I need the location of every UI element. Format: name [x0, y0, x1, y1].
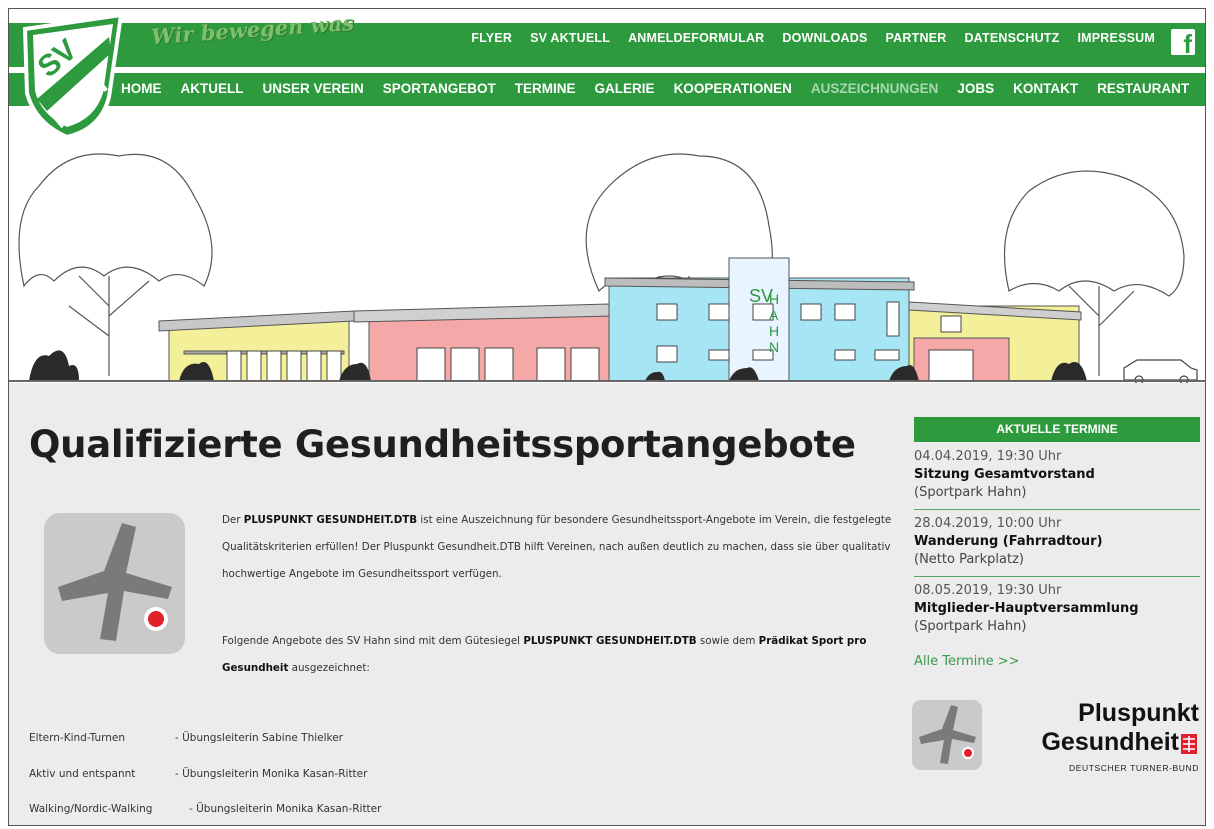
event-divider: [914, 576, 1200, 577]
offer-leader: - Übungsleiterin Monika Kasan-Ritter: [189, 803, 382, 815]
nav-aktuell[interactable]: AKTUELL: [181, 81, 244, 96]
offer-leader: - Übungsleiterin Sabine Thielker: [175, 732, 343, 744]
offers-intro-text-2: sowie dem: [696, 635, 759, 647]
nav-sportangebot[interactable]: SPORTANGEBOT: [383, 81, 496, 96]
offers-intro-paragraph: Folgende Angebote des SV Hahn sind mit d…: [222, 628, 902, 682]
event-item[interactable]: 28.04.2019, 10:00 Uhr Wanderung (Fahrrad…: [914, 515, 1200, 569]
page-title: Qualifizierte Gesundheitssportangebote: [29, 423, 856, 466]
intro-paragraph: Der PLUSPUNKT GESUNDHEIT.DTB ist eine Au…: [222, 507, 902, 588]
svg-text:N: N: [769, 339, 779, 355]
sidebar-heading: AKTUELLE TERMINE: [914, 417, 1200, 442]
offer-name: Aktiv und entspannt: [29, 768, 136, 780]
intro-text-1: Der: [222, 514, 244, 526]
nav-home[interactable]: HOME: [121, 81, 162, 96]
event-location: (Sportpark Hahn): [914, 485, 1027, 500]
event-date: 28.04.2019, 10:00 Uhr: [914, 516, 1062, 531]
main-nav: HOME AKTUELL UNSER VEREIN SPORTANGEBOT T…: [121, 81, 1189, 96]
event-location: (Netto Parkplatz): [914, 552, 1024, 567]
event-divider: [914, 509, 1200, 510]
svg-text:A: A: [769, 307, 779, 323]
offer-name: Walking/Nordic-Walking: [29, 803, 153, 815]
event-location: (Sportpark Hahn): [914, 619, 1027, 634]
pluspunkt-gesundheit-icon: [44, 513, 185, 654]
svg-text:H: H: [769, 323, 779, 339]
top-link-flyer[interactable]: FLYER: [471, 31, 512, 45]
offer-name: Eltern-Kind-Turnen: [29, 732, 126, 744]
top-link-impressum[interactable]: IMPRESSUM: [1077, 31, 1155, 45]
nav-auszeichnungen[interactable]: AUSZEICHNUNGEN: [811, 81, 939, 96]
top-links: FLYER SV AKTUELL ANMELDEFORMULAR DOWNLOA…: [471, 31, 1155, 45]
top-link-anmeldeformular[interactable]: ANMELDEFORMULAR: [628, 31, 764, 45]
top-link-sv-aktuell[interactable]: SV AKTUELL: [530, 31, 610, 45]
offers-intro-text-3: ausgezeichnet:: [288, 662, 370, 674]
building-drawing: SV HAHN: [9, 153, 1205, 383]
car: [1123, 359, 1198, 383]
badge-title-line2: Gesundheit: [1041, 728, 1179, 756]
event-name[interactable]: Sitzung Gesamtvorstand: [914, 466, 1200, 484]
nav-galerie[interactable]: GALERIE: [595, 81, 655, 96]
all-events-link[interactable]: Alle Termine >>: [914, 654, 1020, 669]
nav-unser-verein[interactable]: UNSER VEREIN: [263, 81, 364, 96]
dtb-logo-icon: [1181, 734, 1197, 754]
pluspunkt-badge-icon[interactable]: [912, 700, 982, 770]
sv-hahn-logo[interactable]: SV HAHN: [17, 11, 127, 141]
nav-restaurant[interactable]: RESTAURANT: [1097, 81, 1189, 96]
nav-termine[interactable]: TERMINE: [515, 81, 576, 96]
offers-intro-bold-1: PLUSPUNKT GESUNDHEIT.DTB: [523, 635, 697, 647]
event-item[interactable]: 08.05.2019, 19:30 Uhr Mitglieder-Hauptve…: [914, 582, 1200, 636]
top-link-datenschutz[interactable]: DATENSCHUTZ: [964, 31, 1059, 45]
event-name[interactable]: Wanderung (Fahrradtour): [914, 533, 1200, 551]
offer-leader: - Übungsleiterin Monika Kasan-Ritter: [175, 768, 368, 780]
hero-illustration: SV HAHN: [9, 106, 1205, 383]
site-header: Wir bewegen was FLYER SV AKTUELL ANMELDE…: [9, 9, 1205, 140]
building-sign-hahn: HAHN: [769, 291, 779, 355]
top-link-partner[interactable]: PARTNER: [886, 31, 947, 45]
event-item[interactable]: 04.04.2019, 19:30 Uhr Sitzung Gesamtvors…: [914, 448, 1200, 502]
event-date: 08.05.2019, 19:30 Uhr: [914, 583, 1062, 598]
nav-kooperationen[interactable]: KOOPERATIONEN: [674, 81, 792, 96]
top-link-downloads[interactable]: DOWNLOADS: [782, 31, 867, 45]
badge-title-line1: Pluspunkt: [1078, 699, 1199, 727]
intro-bold: PLUSPUNKT GESUNDHEIT.DTB: [243, 514, 418, 526]
offers-intro-text-1: Folgende Angebote des SV Hahn sind mit d…: [222, 635, 524, 647]
event-name[interactable]: Mitglieder-Hauptversammlung: [914, 600, 1200, 618]
nav-kontakt[interactable]: KONTAKT: [1013, 81, 1078, 96]
badge-subtitle: DEUTSCHER TURNER-BUND: [1068, 763, 1199, 773]
event-date: 04.04.2019, 19:30 Uhr: [914, 449, 1062, 464]
browser-page: Wir bewegen was FLYER SV AKTUELL ANMELDE…: [8, 8, 1206, 826]
svg-text:H: H: [769, 291, 779, 307]
facebook-icon[interactable]: f: [1171, 29, 1195, 59]
nav-jobs[interactable]: JOBS: [957, 81, 994, 96]
